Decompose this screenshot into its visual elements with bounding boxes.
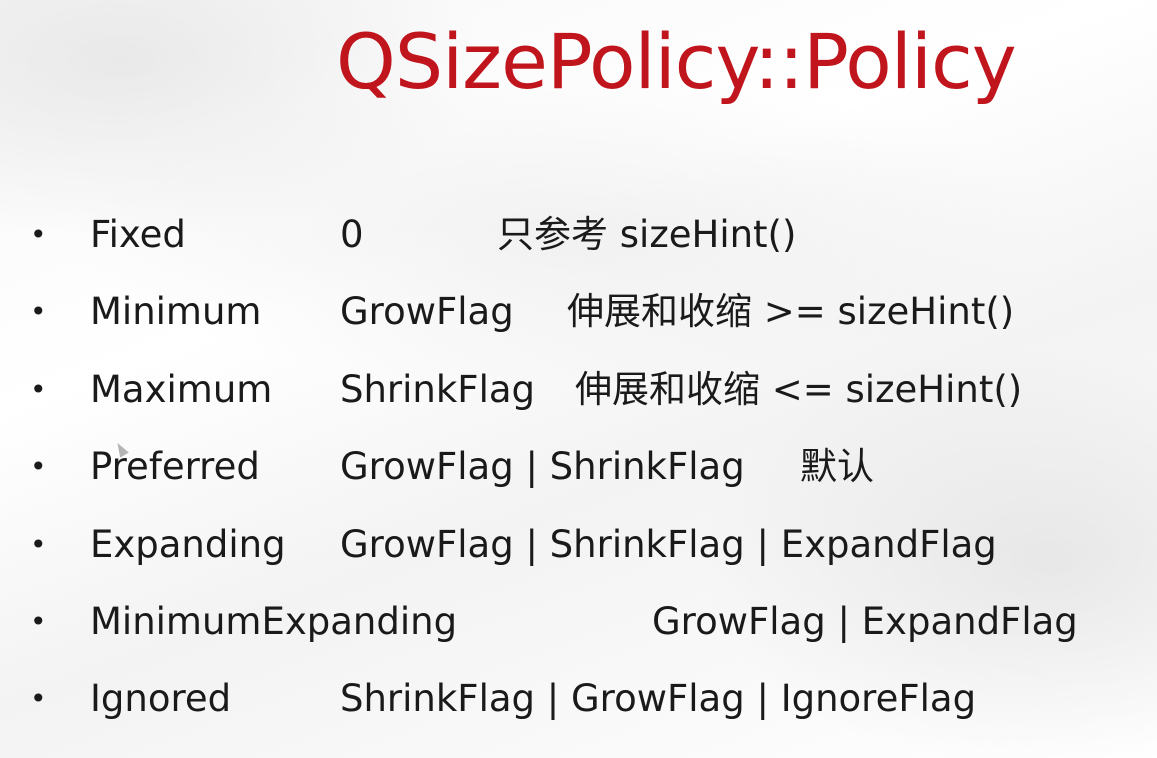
policy-name: Preferred	[90, 445, 260, 489]
policy-description: 默认	[800, 445, 874, 489]
list-item-minimum-expanding: • MinimumExpanding GrowFlag | ExpandFlag	[0, 583, 1157, 660]
slide: QSizePolicy::Policy • Fixed 0 只参考 sizeHi…	[0, 0, 1157, 758]
list-item-ignored: • Ignored ShrinkFlag | GrowFlag | Ignore…	[0, 660, 1157, 737]
policy-flags: GrowFlag | ShrinkFlag | ExpandFlag	[340, 522, 997, 566]
policy-flags: GrowFlag | ShrinkFlag	[340, 445, 745, 489]
list-item-expanding: • Expanding GrowFlag | ShrinkFlag | Expa…	[0, 506, 1157, 583]
policy-description: 只参考 sizeHint()	[497, 213, 797, 256]
policy-flags: ShrinkFlag | GrowFlag | IgnoreFlag	[340, 677, 977, 721]
bullet-icon: •	[30, 604, 47, 638]
bullet-icon: •	[30, 450, 47, 484]
policy-flags: GrowFlag	[340, 290, 514, 334]
policy-name: Ignored	[90, 677, 232, 721]
policy-flags: GrowFlag | ExpandFlag	[652, 599, 1078, 643]
slide-title: QSizePolicy::Policy	[336, 17, 1017, 106]
bullet-icon: •	[30, 527, 47, 561]
policy-name: Maximum	[90, 367, 273, 411]
list-item-maximum: • Maximum ShrinkFlag 伸展和收缩 <= sizeHint()	[0, 351, 1157, 428]
policy-name: Minimum	[90, 290, 262, 334]
policy-description: 伸展和收缩 >= sizeHint()	[567, 290, 1015, 334]
policy-flags: 0	[340, 213, 364, 256]
list-item-minimum: • Minimum GrowFlag 伸展和收缩 >= sizeHint()	[0, 273, 1157, 350]
list-item-fixed: • Fixed 0 只参考 sizeHint()	[0, 196, 1157, 273]
bullet-icon: •	[30, 295, 47, 329]
bullet-icon: •	[30, 218, 47, 251]
policy-list: • Fixed 0 只参考 sizeHint() • Minimum GrowF…	[0, 196, 1157, 738]
policy-flags: ShrinkFlag	[340, 367, 536, 411]
bullet-icon: •	[30, 682, 47, 716]
bullet-icon: •	[30, 372, 47, 406]
policy-name: Expanding	[90, 522, 286, 566]
policy-name: MinimumExpanding	[90, 599, 458, 643]
list-item-preferred: • Preferred GrowFlag | ShrinkFlag 默认	[0, 428, 1157, 505]
policy-name: Fixed	[90, 213, 186, 256]
policy-description: 伸展和收缩 <= sizeHint()	[575, 367, 1023, 411]
